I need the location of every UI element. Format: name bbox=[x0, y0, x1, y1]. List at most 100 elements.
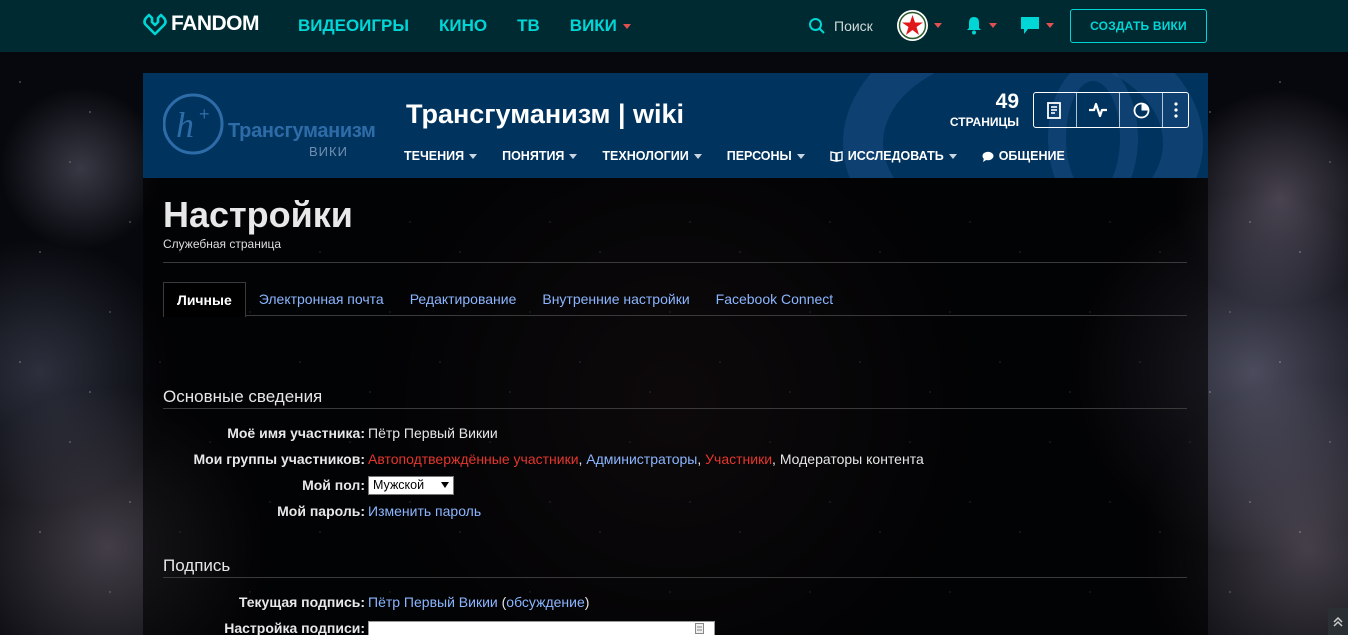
wiki-nav-currents[interactable]: ТЕЧЕНИЯ bbox=[404, 149, 478, 163]
wiki-nav-discuss[interactable]: ОБЩЕНИЕ bbox=[982, 149, 1065, 163]
global-nav-links: ВИДЕОИГРЫ КИНО ТВ ВИКИ bbox=[298, 0, 661, 52]
nav-movies-label: КИНО bbox=[439, 16, 488, 35]
current-signature-label: Текущая подпись: bbox=[238, 594, 365, 610]
wiki-nav-explore[interactable]: ИССЛЕДОВАТЬ bbox=[830, 149, 957, 163]
nav-games-label: ВИДЕОИГРЫ bbox=[298, 16, 410, 35]
wiki-title[interactable]: Трансгуманизм | wiki bbox=[406, 99, 684, 130]
preferences-tabs: Личные Электронная почта Редактирование … bbox=[163, 282, 1187, 317]
create-wiki-button[interactable]: СОЗДАТЬ ВИКИ bbox=[1070, 9, 1207, 43]
wiki-nav-label: ИССЛЕДОВАТЬ bbox=[847, 149, 944, 163]
chat-bubble-icon bbox=[982, 151, 994, 162]
wiki-nav-persons[interactable]: ПЕРСОНЫ bbox=[727, 149, 805, 163]
groups-row: Мои группы участников: Автоподтверждённы… bbox=[143, 449, 1208, 469]
current-signature-row: Текущая подпись: Пётр Первый Викии (обсу… bbox=[143, 592, 1208, 612]
wiki-nav-label: ТЕЧЕНИЯ bbox=[404, 149, 465, 163]
svg-text:+: + bbox=[199, 104, 210, 124]
chevron-down-icon bbox=[948, 153, 957, 159]
gender-row: Мой пол: Мужской bbox=[143, 475, 1208, 495]
nav-wikis-label: ВИКИ bbox=[569, 16, 617, 35]
nav-games[interactable]: ВИДЕОИГРЫ bbox=[298, 16, 409, 36]
fandom-global-nav: FANDOM ВИДЕОИГРЫ КИНО ТВ ВИКИ Поиск СОЗД… bbox=[0, 0, 1348, 52]
wiki-logo[interactable]: h + Трансгуманизм ВИКИ bbox=[162, 93, 388, 163]
messages-button[interactable] bbox=[1020, 16, 1054, 35]
book-icon bbox=[830, 150, 843, 162]
message-bubble-icon bbox=[1021, 17, 1039, 34]
chevron-down-icon bbox=[622, 23, 631, 29]
group-content-moderators: Модераторы контента bbox=[779, 451, 924, 467]
avatar bbox=[897, 10, 928, 41]
wiki-nav-label: ОБЩЕНИЕ bbox=[998, 149, 1065, 163]
nav-wikis[interactable]: ВИКИ bbox=[570, 16, 631, 36]
section-heading-basic: Основные сведения bbox=[163, 387, 323, 406]
signature-talk-link[interactable]: обсуждение bbox=[506, 594, 584, 610]
more-options-button[interactable] bbox=[1163, 93, 1188, 127]
nav-tv[interactable]: ТВ bbox=[517, 16, 540, 36]
svg-text:h: h bbox=[176, 105, 194, 145]
wiki-nav-concepts[interactable]: ПОНЯТИЯ bbox=[502, 149, 578, 163]
wiki-nav-label: ПЕРСОНЫ bbox=[726, 149, 792, 163]
kebab-menu-icon bbox=[1173, 102, 1178, 118]
wiki-header: h + Трансгуманизм ВИКИ Трансгуманизм | w… bbox=[143, 73, 1208, 178]
wiki-local-nav: ТЕЧЕНИЯ ПОНЯТИЯ ТЕХНОЛОГИИ ПЕРСОНЫ ИССЛЕ… bbox=[404, 149, 1090, 163]
page-count: 49 СТРАНИЦЫ bbox=[939, 91, 1019, 130]
divider bbox=[163, 577, 1187, 578]
chevron-down-icon bbox=[693, 153, 702, 159]
divider bbox=[163, 262, 1187, 263]
chevron-down-icon bbox=[1046, 23, 1054, 28]
nav-movies[interactable]: КИНО bbox=[439, 16, 487, 36]
wiki-nav-label: ПОНЯТИЯ bbox=[502, 149, 565, 163]
gender-label: Мой пол: bbox=[302, 477, 365, 493]
notifications-button[interactable] bbox=[965, 16, 997, 35]
signature-settings-row: Настройка подписи: bbox=[143, 618, 1208, 635]
password-label: Мой пароль: bbox=[277, 503, 365, 519]
scroll-to-top-button[interactable] bbox=[1328, 608, 1348, 635]
chevron-down-icon bbox=[469, 153, 478, 159]
nav-tv-label: ТВ bbox=[517, 16, 540, 35]
user-menu[interactable] bbox=[897, 10, 942, 41]
signature-user-link[interactable]: Пётр Первый Викии bbox=[368, 594, 498, 610]
search-button[interactable]: Поиск bbox=[808, 0, 873, 52]
fandom-heart-icon bbox=[143, 13, 167, 36]
wiki-logo-subtext: ВИКИ bbox=[309, 144, 348, 159]
page-title: Настройки bbox=[163, 194, 353, 235]
group-link-autoconfirmed[interactable]: Автоподтверждённые участники bbox=[368, 451, 579, 467]
paren-open: ( bbox=[497, 594, 507, 610]
insights-button[interactable] bbox=[1120, 93, 1163, 127]
page-count-label: СТРАНИЦЫ bbox=[949, 115, 1019, 129]
chevron-down-icon bbox=[569, 153, 578, 159]
group-link-admins[interactable]: Администраторы bbox=[586, 451, 697, 467]
tab-internal[interactable]: Внутренние настройки bbox=[529, 282, 702, 316]
groups-value: Автоподтверждённые участники, Администра… bbox=[368, 451, 924, 467]
main-content: Настройки Служебная страница Личные Элек… bbox=[143, 178, 1208, 635]
wiki-logo-text: Трансгуманизм bbox=[228, 120, 376, 142]
gender-select[interactable]: Мужской bbox=[368, 475, 454, 495]
dropdown-arrow-icon bbox=[441, 482, 449, 488]
group-link-users[interactable]: Участники bbox=[705, 451, 772, 467]
comma: , bbox=[697, 451, 706, 467]
signature-settings-label: Настройка подписи: bbox=[224, 620, 365, 635]
username-label: Моё имя участника: bbox=[227, 425, 365, 441]
tab-editing[interactable]: Редактирование bbox=[397, 282, 530, 316]
search-label: Поиск bbox=[834, 18, 873, 34]
wiki-nav-label: ТЕХНОЛОГИИ bbox=[602, 149, 689, 163]
password-row: Мой пароль: Изменить пароль bbox=[143, 501, 1208, 521]
tab-email[interactable]: Электронная почта bbox=[246, 282, 397, 316]
chevron-down-icon bbox=[989, 23, 997, 28]
wiki-nav-technologies[interactable]: ТЕХНОЛОГИИ bbox=[602, 149, 702, 163]
fandom-logo[interactable]: FANDOM bbox=[143, 12, 260, 36]
tab-personal[interactable]: Личные bbox=[163, 282, 246, 317]
signature-input[interactable] bbox=[368, 620, 715, 635]
chevron-down-icon bbox=[796, 153, 805, 159]
username-value: Пётр Первый Викии bbox=[368, 425, 498, 441]
change-password-link[interactable]: Изменить пароль bbox=[368, 503, 481, 519]
red-star-avatar-icon bbox=[898, 11, 927, 40]
tab-facebook-connect[interactable]: Facebook Connect bbox=[703, 282, 847, 316]
paren-close: ) bbox=[584, 594, 590, 610]
chevron-down-icon bbox=[934, 23, 942, 28]
double-chevron-up-icon bbox=[1333, 616, 1343, 627]
activity-button[interactable] bbox=[1077, 93, 1120, 127]
bell-icon bbox=[967, 17, 981, 35]
current-signature-value: Пётр Первый Викии (обсуждение) bbox=[368, 594, 589, 610]
add-page-button[interactable] bbox=[1034, 93, 1077, 127]
page-edit-icon bbox=[1047, 101, 1061, 119]
